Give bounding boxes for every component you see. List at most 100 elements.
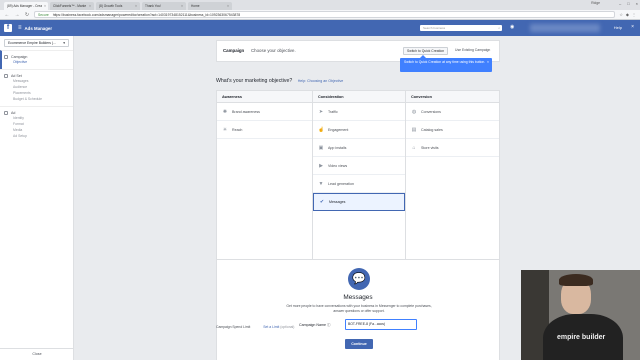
reach-icon: ✳ (222, 126, 228, 133)
globe-icon: ◍ (411, 108, 417, 115)
close-icon[interactable]: × (44, 2, 46, 10)
objective-traffic[interactable]: ➤ Traffic (313, 103, 405, 121)
facebook-logo-icon[interactable]: f (4, 24, 12, 32)
shirt-logo-text: empire builder (557, 334, 606, 341)
info-icon[interactable]: ⓘ (327, 323, 331, 327)
window-user[interactable]: Ridge (591, 1, 600, 5)
back-icon[interactable]: ← (4, 12, 10, 18)
notifications-icon[interactable]: ◉ (510, 24, 514, 30)
option-label: Catalog sales (421, 127, 443, 132)
hamburger-menu-icon[interactable]: ≡ (18, 25, 22, 31)
window-controls: – □ × (619, 0, 638, 8)
sidebar-section-campaign[interactable]: Campaign Objective (0, 50, 73, 69)
objective-catalog-sales[interactable]: ▤ Catalog sales (406, 121, 499, 139)
forward-icon[interactable]: → (14, 12, 20, 18)
use-existing-campaign-link[interactable]: Use Existing Campaign (455, 47, 490, 55)
help-link[interactable]: Help (614, 25, 622, 30)
consideration-column: Consideration ➤ Traffic ☝ Engagement ▣ App … (312, 91, 406, 259)
option-label: Store visits (421, 145, 439, 150)
conversion-column: Conversion ◍ Conversions ▤ Catalog sales ⌂… (406, 91, 499, 259)
close-icon[interactable]: × (227, 2, 229, 10)
close-window-icon[interactable]: × (636, 0, 638, 8)
ads-manager-header: f ≡ Ads Manager Search business ⌕ ◉ Help … (0, 20, 640, 36)
objective-lead-generation[interactable]: ▼ Lead generation (313, 175, 405, 193)
browser-tab[interactable]: ClickFunnels™ - Marke × (50, 2, 94, 10)
business-search-input[interactable]: Search business ⌕ (420, 25, 502, 31)
menu-dots-icon[interactable]: ⋮ (632, 12, 636, 17)
close-icon[interactable]: × (89, 2, 91, 10)
objective-app-installs[interactable]: ▣ App installs (313, 139, 405, 157)
tooltip-text: Switch to Quick Creation at any time usi… (404, 60, 486, 64)
ad-set-icon (4, 74, 8, 78)
url-text: https://business.facebook.com/adsmanager… (52, 13, 241, 17)
cart-icon: ▤ (411, 126, 417, 133)
browser-tab[interactable]: (89) Ads Manager - Crea × (4, 2, 48, 10)
browser-tab[interactable]: (8) Growth Tools × (96, 2, 140, 10)
sidebar-item-objective[interactable]: Objective (4, 59, 73, 65)
close-icon[interactable]: × (487, 60, 489, 64)
option-label: Conversions (421, 109, 441, 114)
thumbs-up-icon: ☝ (318, 126, 325, 133)
chevron-down-icon: ▾ (63, 41, 65, 45)
browser-tab[interactable]: Home × (188, 2, 232, 10)
app-icon: ▣ (318, 144, 324, 151)
funnel-icon: ▼ (318, 180, 324, 187)
section-label: Ad (11, 111, 16, 115)
objective-video-views[interactable]: ▶ Video views (313, 157, 405, 175)
optional-label: (optional) (280, 325, 295, 329)
objective-messages[interactable]: ✔ Messages (313, 193, 405, 211)
option-label: Reach (232, 127, 243, 132)
option-label: Traffic (328, 109, 338, 114)
option-label: Lead generation (328, 181, 354, 186)
question-text: What's your marketing objective? (216, 78, 293, 84)
campaign-name-input[interactable]: BOT-FREE-8 (Fa...acos) (345, 319, 417, 330)
objective-store-visits[interactable]: ⌂ Store visits (406, 139, 499, 157)
messages-detail-panel: 💬 Messages Get more people to have conve… (216, 260, 500, 360)
campaign-subtitle: Choose your objective. (251, 48, 296, 53)
messages-title: Messages (343, 294, 373, 301)
url-input[interactable]: Secure https://business.facebook.com/ads… (34, 11, 616, 18)
awareness-column: Awareness ✺ Brand awareness ✳ Reach (217, 91, 312, 259)
video-icon: ▶ (319, 162, 323, 169)
star-icon[interactable]: ☆ (619, 12, 623, 17)
close-icon[interactable]: × (181, 2, 183, 10)
minimize-icon[interactable]: – (619, 0, 621, 8)
objective-brand-awareness[interactable]: ✺ Brand awareness (217, 103, 312, 121)
spend-limit-row: Campaign Spend Limit Set a Limit (option… (216, 325, 294, 329)
webcam-person-hair (559, 274, 593, 286)
objective-conversions[interactable]: ◍ Conversions (406, 103, 499, 121)
campaign-title: Campaign (223, 48, 245, 53)
close-icon[interactable]: × (135, 2, 137, 10)
column-heading: Consideration (313, 91, 405, 103)
megaphone-icon: ✺ (222, 108, 228, 115)
label-text: Campaign Name (299, 323, 326, 327)
quick-creation-button[interactable]: Switch to Quick Creation (403, 47, 449, 55)
chat-bubbles-icon: 💬 (348, 268, 370, 290)
campaign-icon (4, 55, 8, 59)
browser-tab[interactable]: Thank You! × (142, 2, 186, 10)
sidebar-item-budget[interactable]: Budget & Schedule (4, 96, 73, 102)
objective-reach[interactable]: ✳ Reach (217, 121, 312, 139)
search-icon: ⌕ (498, 26, 500, 30)
set-limit-link[interactable]: Set a Limit (263, 325, 279, 329)
sidebar-item-ad-setup[interactable]: Ad Setup (4, 133, 73, 139)
address-bar: ← → ↻ Secure https://business.facebook.c… (0, 10, 640, 20)
section-label: Ad Set (11, 74, 22, 78)
option-label: Brand awareness (232, 109, 260, 114)
close-icon[interactable]: × (631, 24, 634, 30)
objective-help-link[interactable]: Help: Choosing an Objective (298, 79, 344, 83)
tab-label: Home (191, 4, 200, 8)
ad-icon (4, 111, 8, 115)
close-button[interactable]: Close (0, 348, 74, 358)
column-heading: Conversion (406, 91, 499, 103)
sidebar-section-ad-set[interactable]: Ad Set Messages Audience Placements Budg… (0, 69, 73, 106)
continue-button[interactable]: Continue (345, 339, 373, 349)
sidebar-section-ad[interactable]: Ad Identity Format Media Ad Setup (0, 106, 73, 143)
account-selector[interactable]: Ecommerce Empire Builders (... ▾ (4, 39, 69, 47)
maximize-icon[interactable]: □ (627, 0, 629, 8)
objective-engagement[interactable]: ☝ Engagement (313, 121, 405, 139)
reload-icon[interactable]: ↻ (24, 12, 30, 18)
extension-icon[interactable]: ◆ (626, 12, 629, 17)
objective-question: What's your marketing objective? Help: C… (216, 78, 343, 84)
account-name: Ecommerce Empire Builders (... (8, 41, 56, 45)
